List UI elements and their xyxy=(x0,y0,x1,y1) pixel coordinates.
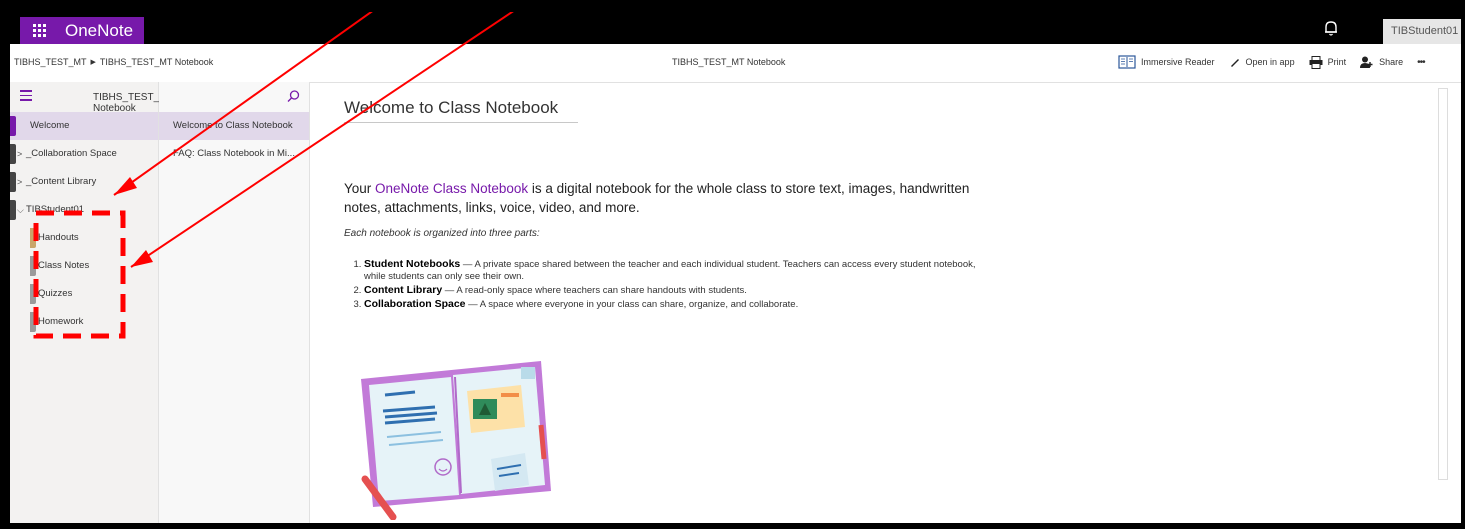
organized-text: Each notebook is organized into three pa… xyxy=(344,228,540,239)
page-list: Welcome to Class Notebook FAQ: Class Not… xyxy=(159,112,309,168)
list-item: Student Notebooks — A private space shar… xyxy=(364,258,984,283)
section-class-notes[interactable]: Class Notes xyxy=(10,252,158,280)
list-item: Content Library — A read-only space wher… xyxy=(364,284,984,297)
share-button[interactable]: Share xyxy=(1360,56,1403,69)
notebook-title: TIBHS_TEST_MT Notebook xyxy=(672,57,786,67)
section-homework[interactable]: Homework xyxy=(10,308,158,336)
page-title[interactable]: Welcome to Class Notebook xyxy=(344,98,578,123)
onenote-window: OneNote TIBStudent01 TIBHS_TEST_MT ▶ TIB… xyxy=(10,12,1461,523)
more-options-icon[interactable]: ••• xyxy=(1417,57,1425,68)
part-name: Student Notebooks xyxy=(364,258,461,270)
section-group-content-library[interactable]: > _Content Library xyxy=(10,168,158,196)
section-color-tab xyxy=(10,116,16,136)
section-color-tab xyxy=(30,256,36,276)
page-item[interactable]: Welcome to Class Notebook xyxy=(159,112,309,140)
notebook-parts-list: Student Notebooks — A private space shar… xyxy=(344,258,984,312)
section-label: Welcome xyxy=(30,120,70,131)
immersive-reader-button[interactable]: Immersive Reader xyxy=(1118,55,1215,69)
part-name: Collaboration Space xyxy=(364,298,466,310)
section-quizzes[interactable]: Quizzes xyxy=(10,280,158,308)
command-bar: TIBHS_TEST_MT ▶ TIBHS_TEST_MT Notebook T… xyxy=(10,44,1461,83)
section-label: Quizzes xyxy=(38,288,73,299)
immersive-reader-label: Immersive Reader xyxy=(1141,57,1215,67)
immersive-reader-icon xyxy=(1118,55,1136,69)
print-button[interactable]: Print xyxy=(1309,55,1347,69)
open-in-app-label: Open in app xyxy=(1245,57,1295,67)
section-welcome[interactable]: Welcome xyxy=(10,112,158,140)
section-label: _Content Library xyxy=(26,176,97,187)
pencil-icon xyxy=(1230,59,1239,67)
app-bar: OneNote TIBStudent01 xyxy=(10,12,1461,44)
breadcrumb-item-class[interactable]: TIBHS_TEST_MT xyxy=(14,57,87,67)
breadcrumb-separator-icon: ▶ xyxy=(90,59,96,66)
printer-icon xyxy=(1309,55,1323,69)
section-color-tab xyxy=(10,200,16,220)
page-canvas[interactable]: Welcome to Class Notebook Your OneNote C… xyxy=(310,82,1450,523)
part-description: — A read-only space where teachers can s… xyxy=(442,285,747,296)
section-color-tab xyxy=(10,172,16,192)
section-color-tab xyxy=(10,144,16,164)
search-icon[interactable] xyxy=(287,90,300,103)
open-in-app-button[interactable]: Open in app xyxy=(1229,56,1295,68)
chevron-right-icon[interactable]: > xyxy=(17,140,22,168)
part-description: — A space where everyone in your class c… xyxy=(465,299,799,310)
section-navigation: TIBHS_TEST_MT Notebook Welcome > _Collab… xyxy=(10,82,173,523)
part-name: Content Library xyxy=(364,284,443,296)
breadcrumb: TIBHS_TEST_MT ▶ TIBHS_TEST_MT Notebook xyxy=(14,57,213,67)
breadcrumb-item-notebook[interactable]: TIBHS_TEST_MT Notebook xyxy=(100,57,213,67)
chevron-right-icon[interactable]: > xyxy=(17,168,22,196)
waffle-icon[interactable] xyxy=(33,23,47,38)
intro-paragraph: Your OneNote Class Notebook is a digital… xyxy=(344,179,984,217)
share-label: Share xyxy=(1379,57,1404,67)
section-group-collaboration-space[interactable]: > _Collaboration Space xyxy=(10,140,158,168)
notebook-illustration xyxy=(361,361,551,520)
app-launcher-tile[interactable]: OneNote xyxy=(20,17,144,44)
page-list-pane: Welcome to Class Notebook FAQ: Class Not… xyxy=(159,82,310,523)
account-button[interactable]: TIBStudent01 xyxy=(1383,19,1461,44)
section-label: _Collaboration Space xyxy=(26,148,117,159)
intro-text-start: Your xyxy=(344,181,376,196)
section-label: Class Notes xyxy=(38,260,90,271)
bell-icon[interactable] xyxy=(1323,19,1339,37)
section-label: TIBStudent01 xyxy=(26,204,85,215)
chevron-down-icon[interactable]: ⌵ xyxy=(17,196,24,224)
section-color-tab xyxy=(30,228,36,248)
command-group: Immersive Reader Open in app Print Share… xyxy=(1118,52,1426,72)
class-notebook-link[interactable]: OneNote Class Notebook xyxy=(375,181,528,196)
vertical-scrollbar[interactable] xyxy=(1438,88,1448,480)
section-label: Handouts xyxy=(38,232,79,243)
app-name[interactable]: OneNote xyxy=(65,21,133,41)
notebook-header: TIBHS_TEST_MT Notebook xyxy=(10,82,173,114)
section-color-tab xyxy=(30,312,36,332)
share-person-icon xyxy=(1360,56,1373,68)
hamburger-menu-icon[interactable] xyxy=(20,90,32,101)
section-handouts[interactable]: Handouts xyxy=(10,224,158,252)
print-label: Print xyxy=(1327,57,1347,67)
section-color-tab xyxy=(30,284,36,304)
page-item[interactable]: FAQ: Class Notebook in Mi... xyxy=(159,140,309,168)
section-group-tibstudent01[interactable]: ⌵ TIBStudent01 xyxy=(10,196,158,224)
section-label: Homework xyxy=(38,316,84,327)
list-item: Collaboration Space — A space where ever… xyxy=(364,298,984,311)
